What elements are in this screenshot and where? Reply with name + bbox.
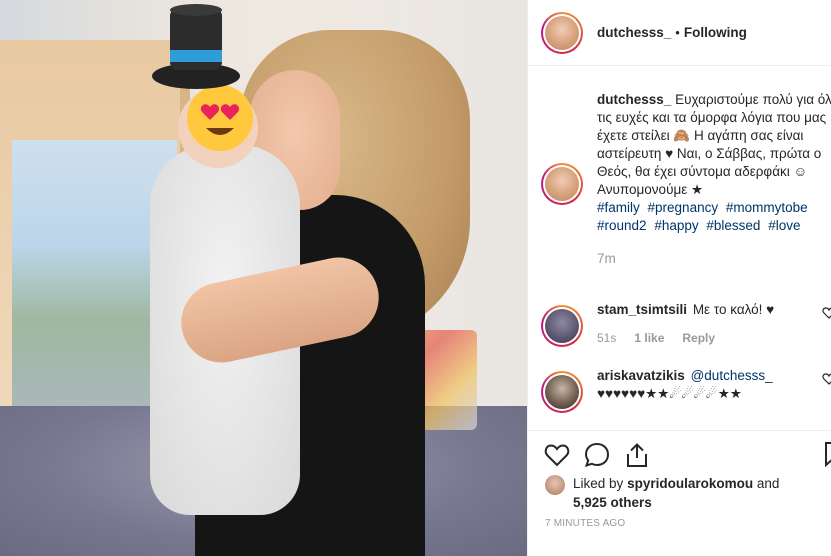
commenter-avatar[interactable] [541, 371, 583, 413]
heart-outline-icon[interactable] [543, 441, 571, 469]
likes-summary: Liked by spyridoularokomou and 5,925 oth… [545, 474, 815, 512]
likes-text: Liked by spyridoularokomou and 5,925 oth… [573, 474, 815, 512]
share-upload-icon[interactable] [623, 441, 651, 469]
hashtag-link[interactable]: #happy [654, 218, 698, 233]
liked-by-label: Liked by [573, 476, 624, 491]
comment-like-icon[interactable] [822, 306, 831, 320]
comment-text: ariskavatzikis @dutchesss_ ♥♥♥♥♥♥★★☄☄☄☄★… [597, 367, 819, 403]
commenter-avatar[interactable] [541, 305, 583, 347]
likes-and: and [756, 476, 780, 491]
caption-text: dutchesss_ Ευχαριστούμε πολύ για όλες τι… [597, 91, 831, 199]
comment-like-icon[interactable] [822, 372, 831, 386]
bookmark-icon[interactable] [824, 441, 831, 469]
caption-username[interactable]: dutchesss_ [597, 92, 671, 107]
post-header: dutchesss_ • Following [528, 0, 831, 66]
action-bar [543, 437, 831, 473]
comment-meta: 51s 1 like Reply [597, 331, 831, 345]
follow-status-button[interactable]: Following [684, 25, 747, 40]
comment-likes[interactable]: 1 like [634, 331, 664, 345]
mention-link[interactable]: @dutchesss_ [691, 368, 773, 383]
header-separator: • [675, 25, 680, 40]
hashtag-link[interactable]: #family [597, 200, 640, 215]
caption-avatar[interactable] [541, 163, 583, 205]
caption-body: Ευχαριστούμε πολύ για όλες τις ευχές και… [597, 92, 831, 197]
caption-timestamp[interactable]: 7m [597, 251, 831, 266]
hashtag-link[interactable]: #round2 [597, 218, 647, 233]
author-username[interactable]: dutchesss_ [597, 25, 671, 40]
commenter-username[interactable]: ariskavatzikis [597, 368, 685, 383]
post-photo[interactable] [0, 0, 527, 556]
comment-text: stam_tsimtsili Με το καλό! ♥ [597, 301, 819, 319]
author-avatar[interactable] [541, 11, 583, 54]
hashtag-link[interactable]: #pregnancy [648, 200, 719, 215]
commenter-username[interactable]: stam_tsimtsili [597, 302, 687, 317]
liker-avatar[interactable] [545, 475, 565, 495]
comment-item: stam_tsimtsili Με το καλό! ♥ 51s 1 like … [528, 301, 831, 347]
speech-bubble-icon[interactable] [583, 441, 611, 469]
comment-item: ariskavatzikis @dutchesss_ ♥♥♥♥♥♥★★☄☄☄☄★… [528, 367, 831, 413]
post-side-panel: dutchesss_ • Following dutchesss_ Ευχαρι… [527, 0, 831, 556]
hashtag-link[interactable]: #blessed [706, 218, 760, 233]
likes-count[interactable]: 5,925 others [573, 495, 652, 510]
hashtag-link[interactable]: #love [768, 218, 800, 233]
hashtag-list: #family #pregnancy #mommytobe #round2 #h… [597, 199, 827, 235]
top-hat-emoji [150, 2, 242, 94]
caption: dutchesss_ Ευχαριστούμε πολύ για όλες τι… [528, 67, 831, 287]
reply-button[interactable]: Reply [682, 331, 715, 345]
hashtag-link[interactable]: #mommytobe [726, 200, 808, 215]
post-timestamp[interactable]: 7 MINUTES AGO [545, 518, 625, 529]
comment-body: ♥♥♥♥♥♥★★☄☄☄☄★★ [597, 386, 742, 401]
liker-username[interactable]: spyridoularokomou [627, 476, 753, 491]
comments-list[interactable]: dutchesss_ Ευχαριστούμε πολύ για όλες τι… [528, 67, 831, 431]
comment-body: Με το καλό! ♥ [692, 302, 775, 317]
comment-timestamp[interactable]: 51s [597, 331, 616, 345]
